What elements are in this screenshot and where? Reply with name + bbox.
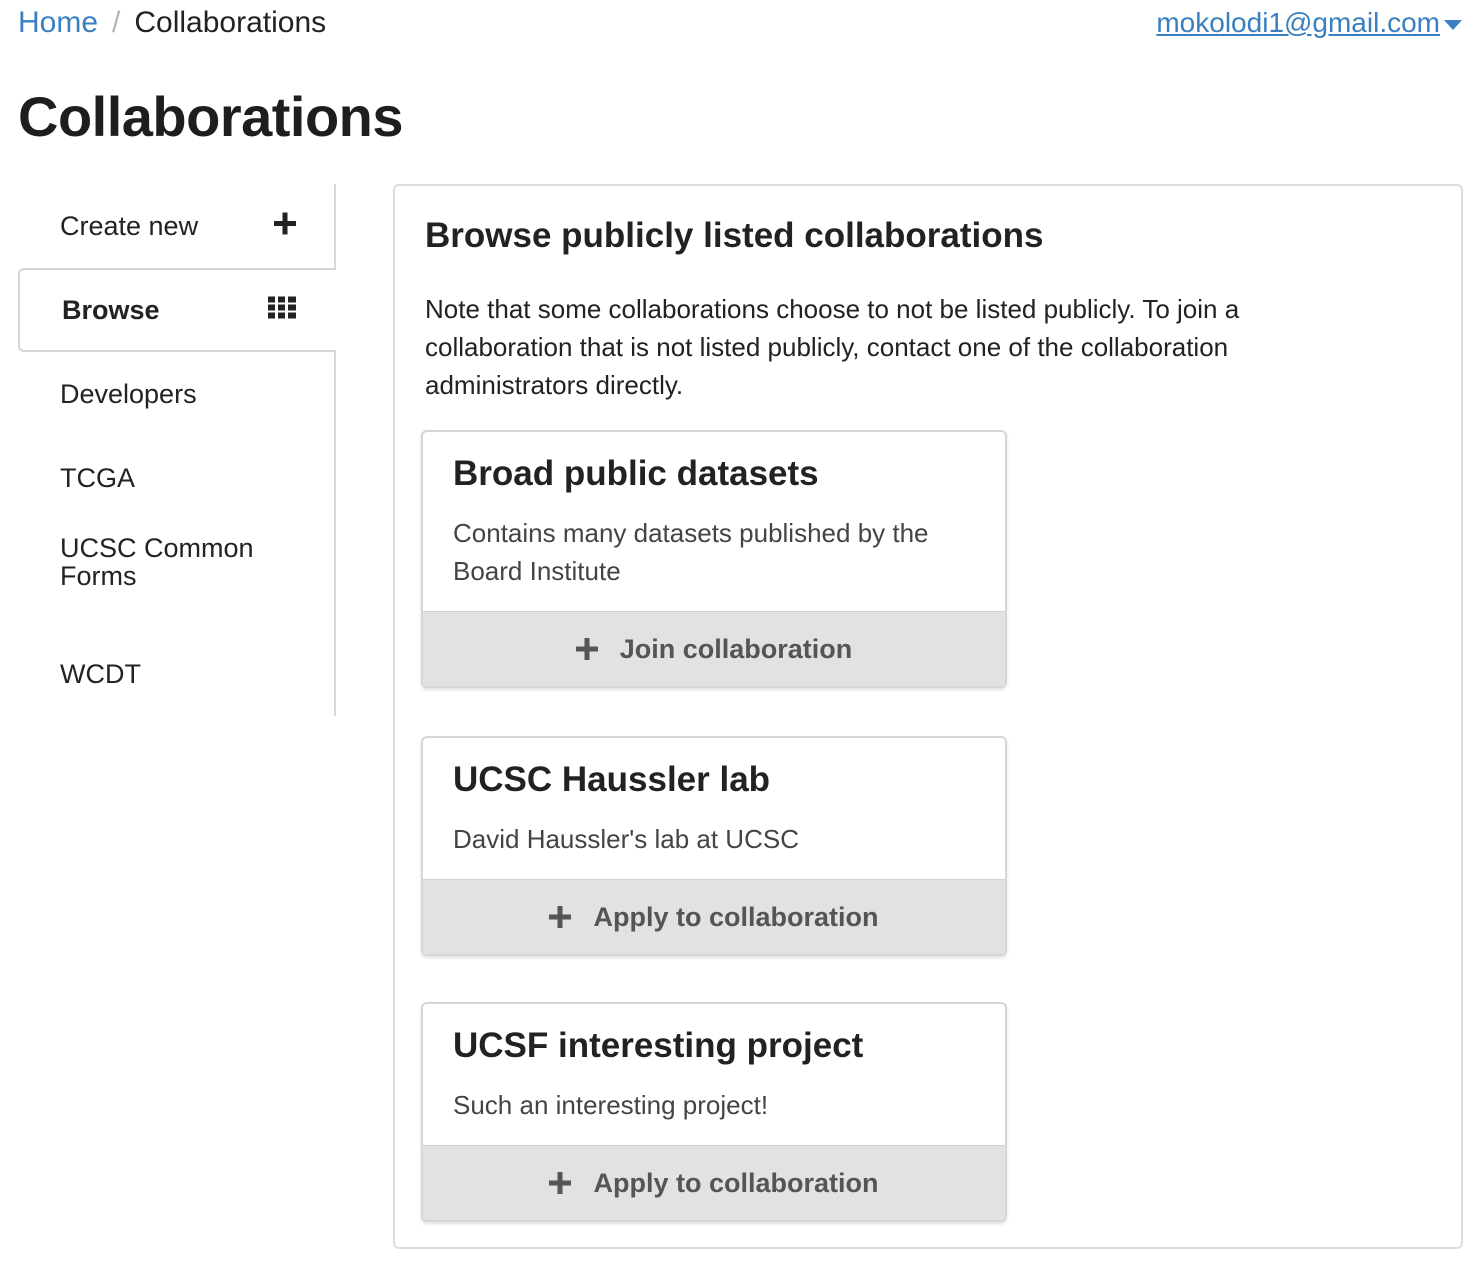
sidebar-item-wcdt[interactable]: WCDT bbox=[18, 632, 336, 716]
join-collaboration-button[interactable]: Join collaboration bbox=[423, 611, 1005, 686]
panel-note: Note that some collaborations choose to … bbox=[425, 294, 1240, 400]
breadcrumb: Home / Collaborations bbox=[18, 2, 326, 44]
page-title: Collaborations bbox=[18, 85, 404, 148]
caret-down-icon bbox=[1444, 20, 1462, 30]
card-description: Such an interesting project! bbox=[453, 1090, 769, 1120]
sidebar-item-label: Browse bbox=[62, 294, 160, 325]
sidebar-item-label: WCDT bbox=[60, 658, 141, 689]
apply-collaboration-button[interactable]: Apply to collaboration bbox=[423, 1145, 1005, 1220]
apply-collaboration-button[interactable]: Apply to collaboration bbox=[423, 879, 1005, 954]
sidebar: Create new Browse Developers TCGA UCSC C… bbox=[18, 184, 336, 716]
card-description: David Haussler's lab at UCSC bbox=[453, 824, 799, 854]
breadcrumb-home-link[interactable]: Home bbox=[18, 6, 98, 40]
sidebar-item-ucsc-common-forms[interactable]: UCSC Common Forms bbox=[18, 520, 336, 604]
sidebar-item-label: Developers bbox=[60, 378, 197, 409]
sidebar-item-label: UCSC Common Forms bbox=[60, 533, 254, 591]
plus-icon bbox=[274, 211, 296, 242]
plus-icon bbox=[575, 638, 598, 660]
sidebar-item-tcga[interactable]: TCGA bbox=[18, 436, 336, 520]
breadcrumb-current: Collaborations bbox=[134, 6, 327, 39]
card-title: UCSF interesting project bbox=[453, 1026, 864, 1065]
user-email: mokolodi1@gmail.com bbox=[1156, 7, 1440, 38]
breadcrumb-separator: / bbox=[112, 6, 121, 39]
browse-panel: Browse publicly listed collaborations No… bbox=[393, 184, 1463, 1249]
top-bar: Home / Collaborations mokolodi1@gmail.co… bbox=[0, 0, 1482, 50]
collaboration-card: UCSF interesting project Such an interes… bbox=[421, 1002, 1007, 1222]
collaboration-card: Broad public datasets Contains many data… bbox=[421, 430, 1007, 688]
sidebar-item-browse[interactable]: Browse bbox=[18, 268, 336, 352]
card-title: Broad public datasets bbox=[453, 454, 819, 493]
user-menu-dropdown[interactable]: mokolodi1@gmail.com bbox=[1156, 2, 1462, 44]
button-label: Join collaboration bbox=[619, 633, 853, 664]
collaboration-card: UCSC Haussler lab David Haussler's lab a… bbox=[421, 736, 1007, 956]
sidebar-item-create-new[interactable]: Create new bbox=[18, 184, 336, 268]
sidebar-item-developers[interactable]: Developers bbox=[18, 352, 336, 436]
card-description: Contains many datasets published by the … bbox=[453, 518, 929, 586]
button-label: Apply to collaboration bbox=[593, 901, 879, 932]
panel-heading: Browse publicly listed collaborations bbox=[425, 216, 1044, 255]
plus-icon bbox=[549, 1172, 572, 1194]
card-title: UCSC Haussler lab bbox=[453, 760, 771, 799]
sidebar-item-label: Create new bbox=[60, 210, 199, 241]
sidebar-item-label: TCGA bbox=[60, 462, 136, 493]
plus-icon bbox=[549, 906, 572, 928]
button-label: Apply to collaboration bbox=[593, 1167, 879, 1198]
grid-icon bbox=[268, 295, 296, 326]
